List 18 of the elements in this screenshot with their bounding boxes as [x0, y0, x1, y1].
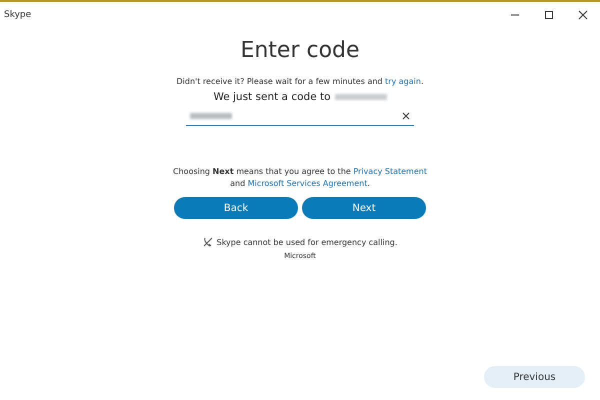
page-heading: Enter code	[240, 38, 360, 63]
link[interactable]: Privacy Statement	[353, 167, 427, 176]
action-button[interactable]: Next	[302, 197, 426, 219]
window-title: Skype	[4, 10, 32, 20]
clear-icon[interactable]	[402, 112, 410, 120]
previous-button[interactable]: Previous	[484, 366, 585, 388]
consent-text: Choosing Next means that you agree to the Privacy Statement and Microsoft Services Agreement.	[172, 166, 428, 190]
blurred-phone-number	[334, 93, 387, 101]
emergency-note: Skype cannot be used for emergency calling.	[216, 238, 398, 246]
blurred-code	[190, 112, 232, 120]
crossed-phone-icon	[202, 237, 213, 247]
link[interactable]: Microsoft Services Agreement	[248, 179, 368, 188]
resend-note: Didn't receive it? Please wait for a few minutes and try again.	[176, 77, 424, 86]
link[interactable]: try again	[385, 77, 421, 86]
maximize-icon[interactable]	[544, 10, 554, 20]
close-icon[interactable]	[578, 10, 588, 20]
sent-note: We just sent a code to	[213, 91, 331, 103]
action-button[interactable]: Back	[174, 197, 298, 219]
